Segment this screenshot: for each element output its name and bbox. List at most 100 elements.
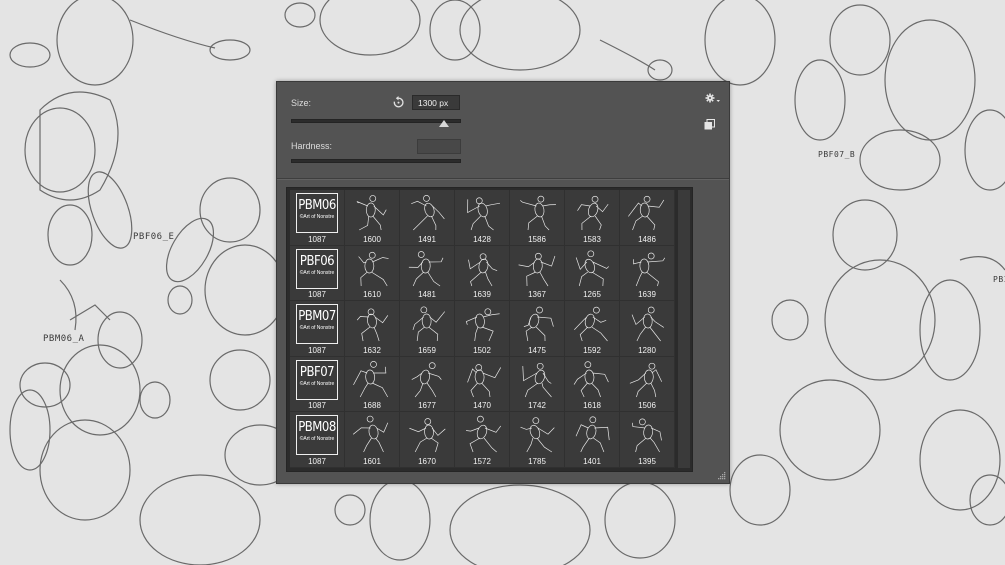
resize-grip-icon[interactable] <box>717 471 726 480</box>
brush-set-thumbnail[interactable]: PBM07 ©Art of Nonstre 1087 <box>290 301 345 357</box>
brush-size-label: 1677 <box>418 401 436 411</box>
pose-figure-icon <box>629 362 663 397</box>
brush-set-credit: ©Art of Nonstre <box>299 325 335 332</box>
brush-preset[interactable]: 1742 <box>510 356 565 413</box>
brush-preset[interactable]: 1428 <box>455 190 510 246</box>
brush-preset[interactable]: 1600 <box>345 190 400 246</box>
brush-preset[interactable]: 1632 <box>345 301 400 357</box>
brush-preset[interactable]: 1610 <box>345 245 400 302</box>
hardness-input[interactable] <box>417 139 461 154</box>
brush-size-label: 1632 <box>363 345 381 355</box>
brush-preset[interactable]: 1491 <box>400 190 455 246</box>
reset-size-icon[interactable] <box>392 96 405 109</box>
brush-list-scrollbar[interactable] <box>678 190 690 468</box>
size-slider[interactable] <box>291 119 461 123</box>
pose-figure-icon <box>466 416 502 453</box>
brush-size-label: 1475 <box>528 345 546 355</box>
brush-size-label: 1618 <box>583 401 601 411</box>
brush-preset[interactable]: 1502 <box>455 301 510 357</box>
gear-dropdown-icon[interactable] <box>705 93 721 105</box>
brush-preset[interactable]: 1395 <box>620 412 675 468</box>
background-label: PBF07_B <box>818 150 856 159</box>
brush-set-code: PBM06 <box>298 198 336 213</box>
brush-preset[interactable]: 1586 <box>510 190 565 246</box>
brush-size-label: 1506 <box>638 401 656 411</box>
brush-preset-picker: Size: 1300 px Hardness: PBM06 ©Art of Non… <box>276 81 730 484</box>
brush-size-label: 1742 <box>528 401 546 411</box>
brush-size-label: 1670 <box>418 456 436 466</box>
brush-size-label: 1265 <box>583 290 601 300</box>
brush-size-label: 1087 <box>308 401 326 411</box>
brush-preset[interactable]: 1677 <box>400 356 455 413</box>
pose-figure-icon <box>352 416 389 453</box>
pose-figure-icon <box>522 362 552 398</box>
pose-figure-icon <box>408 250 444 286</box>
brush-set-credit: ©Art of Nonstre <box>299 380 335 387</box>
pose-figure-icon <box>631 306 664 342</box>
pose-figure-icon <box>523 306 554 342</box>
brush-preset[interactable]: 1470 <box>455 356 510 413</box>
pose-figure-icon <box>628 195 665 231</box>
brush-preset[interactable]: 1401 <box>565 412 620 468</box>
brush-size-label: 1087 <box>308 290 326 300</box>
brush-grid: PBM06 ©Art of Nonstre 1087 1600 1491 1428 1586… <box>290 190 675 468</box>
pose-figure-icon <box>575 416 610 453</box>
brush-size-label: 1280 <box>638 345 656 355</box>
brush-size-label: 1367 <box>528 290 546 300</box>
brush-preset[interactable]: 1785 <box>510 412 565 468</box>
brush-size-label: 1470 <box>473 401 491 411</box>
pose-figure-icon <box>577 195 609 231</box>
brush-preset[interactable]: 1601 <box>345 412 400 468</box>
brush-preset[interactable]: 1367 <box>510 245 565 302</box>
brush-size-label: 1592 <box>583 345 601 355</box>
brush-preset[interactable]: 1506 <box>620 356 675 413</box>
brush-set-credit: ©Art of Nonstre <box>299 269 335 276</box>
brush-set-code: PBM08 <box>298 420 336 436</box>
brush-set-thumbnail[interactable]: PBM06 ©Art of Nonstre 1087 <box>290 190 345 246</box>
size-input[interactable]: 1300 px <box>412 95 460 110</box>
background-label: PBM06_A <box>43 334 85 344</box>
brush-size-label: 1486 <box>638 234 656 244</box>
size-slider-thumb[interactable] <box>439 120 449 127</box>
brush-size-label: 1639 <box>473 290 491 300</box>
background-label: PBF06_E <box>133 232 175 242</box>
pose-figure-icon <box>574 306 608 342</box>
brush-size-label: 1502 <box>473 345 491 355</box>
brush-preset[interactable]: 1265 <box>565 245 620 302</box>
brush-preset[interactable]: 1639 <box>620 245 675 302</box>
hardness-slider[interactable] <box>291 159 461 163</box>
brush-set-thumbnail[interactable]: PBF06 ©Art of Nonstre 1087 <box>290 245 345 302</box>
brush-set-code: PBM07 <box>298 309 336 325</box>
brush-preset[interactable]: 1475 <box>510 301 565 357</box>
new-preset-icon[interactable] <box>704 119 715 130</box>
brush-preset[interactable]: 1280 <box>620 301 675 357</box>
brush-preset[interactable]: 1572 <box>455 412 510 468</box>
brush-preset[interactable]: 1639 <box>455 245 510 302</box>
pose-figure-icon <box>520 195 556 231</box>
brush-set-logo: PBM08 ©Art of Nonstre <box>296 415 338 456</box>
pose-figure-icon <box>412 306 446 342</box>
brush-preset[interactable]: 1486 <box>620 190 675 246</box>
pose-figure-icon <box>575 250 609 286</box>
brush-preset[interactable]: 1618 <box>565 356 620 413</box>
brush-preset[interactable]: 1688 <box>345 356 400 413</box>
brush-preset[interactable]: 1670 <box>400 412 455 468</box>
size-label: Size: <box>291 98 312 108</box>
brush-preset[interactable]: 1481 <box>400 245 455 302</box>
brush-set-logo: PBM06 ©Art of Nonstre <box>296 193 338 233</box>
pose-figure-icon <box>356 308 389 342</box>
brush-size-label: 1610 <box>363 290 381 300</box>
brush-set-logo: PBM07 ©Art of Nonstre <box>296 304 338 345</box>
brush-size-label: 1785 <box>528 456 546 466</box>
pose-figure-icon <box>358 251 389 286</box>
brush-preset[interactable]: 1583 <box>565 190 620 246</box>
brush-size-label: 1659 <box>418 345 436 355</box>
brush-set-logo: PBF06 ©Art of Nonstre <box>296 248 338 289</box>
brush-size-label: 1401 <box>583 456 601 466</box>
brush-size-label: 1639 <box>638 290 656 300</box>
brush-size-label: 1586 <box>528 234 546 244</box>
brush-set-thumbnail[interactable]: PBM08 ©Art of Nonstre 1087 <box>290 412 345 468</box>
brush-preset[interactable]: 1592 <box>565 301 620 357</box>
brush-set-thumbnail[interactable]: PBF07 ©Art of Nonstre 1087 <box>290 356 345 413</box>
brush-preset[interactable]: 1659 <box>400 301 455 357</box>
